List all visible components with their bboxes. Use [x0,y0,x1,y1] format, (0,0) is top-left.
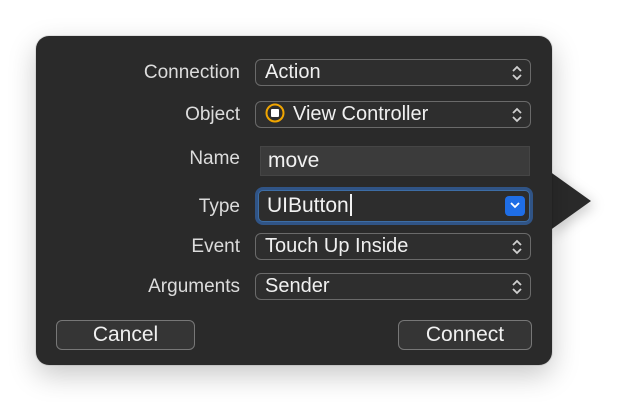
cancel-button[interactable]: Cancel [56,320,195,350]
arguments-row: Arguments Sender [36,272,552,302]
type-label: Type [198,196,240,217]
type-combo-box[interactable]: UIButton [258,190,530,222]
arguments-popup[interactable]: Sender [255,273,531,300]
popover-arrow [549,171,591,231]
up-down-chevron-icon [511,107,523,123]
connection-row: Connection Action [36,58,552,88]
chevron-down-icon [510,202,520,209]
type-dropdown-button[interactable] [505,196,525,216]
object-value: View Controller [293,103,429,125]
text-caret [349,193,352,216]
type-row: Type UIButton [36,190,552,222]
connection-popover: Connection Action Object View Controller [36,36,552,365]
up-down-chevron-icon [511,65,523,81]
object-label: Object [185,104,240,125]
object-popup[interactable]: View Controller [255,101,531,128]
object-row: Object View Controller [36,100,552,130]
event-row: Event Touch Up Inside [36,232,552,262]
event-popup[interactable]: Touch Up Inside [255,233,531,260]
connect-button[interactable]: Connect [398,320,532,350]
connection-label: Connection [143,62,240,83]
connection-popover-stage: Connection Action Object View Controller [0,0,628,402]
event-label: Event [191,236,240,257]
arguments-value: Sender [265,275,330,297]
name-row: Name move [36,144,552,176]
arguments-label: Arguments [148,276,240,297]
name-label: Name [189,148,240,169]
up-down-chevron-icon [511,279,523,295]
event-value: Touch Up Inside [265,235,409,257]
connection-popup[interactable]: Action [255,59,531,86]
name-input[interactable]: move [260,146,530,176]
connection-value: Action [265,61,321,83]
type-value: UIButton [267,194,349,217]
view-controller-icon [265,103,285,123]
up-down-chevron-icon [511,239,523,255]
